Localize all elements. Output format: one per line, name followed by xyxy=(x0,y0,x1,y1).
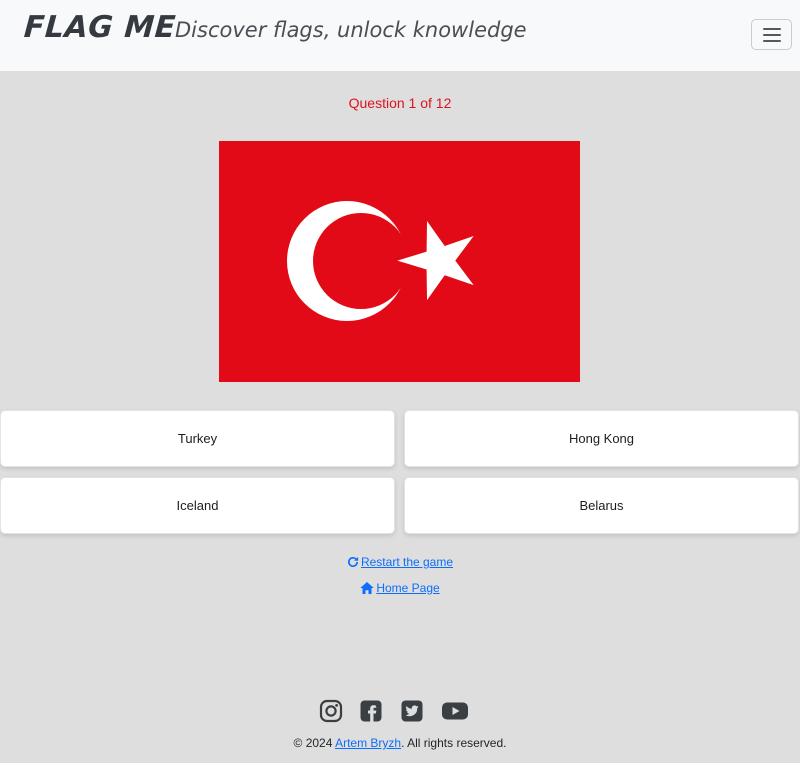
twitter-icon[interactable] xyxy=(400,699,424,723)
copyright-suffix: . All rights reserved. xyxy=(401,736,507,750)
home-row: Home Page xyxy=(0,581,800,595)
menu-toggle-button[interactable] xyxy=(751,19,792,50)
answer-button[interactable]: Hong Kong xyxy=(404,410,799,467)
facebook-icon[interactable] xyxy=(359,699,383,723)
social-links xyxy=(319,699,469,723)
instagram-icon[interactable] xyxy=(319,699,343,723)
youtube-icon[interactable] xyxy=(441,699,469,723)
home-link[interactable]: Home Page xyxy=(360,581,440,595)
restart-row: Restart the game xyxy=(0,555,800,569)
hamburger-icon xyxy=(763,28,781,30)
answer-button[interactable]: Iceland xyxy=(0,477,395,534)
restart-link[interactable]: Restart the game xyxy=(347,555,453,569)
author-link[interactable]: Artem Bryzh xyxy=(335,736,401,750)
tagline: Discover flags, unlock knowledge xyxy=(175,18,527,42)
question-counter: Question 1 of 12 xyxy=(348,95,452,111)
home-label: Home Page xyxy=(376,581,440,595)
flag-image xyxy=(219,141,580,382)
home-icon xyxy=(360,582,375,594)
copyright-prefix: © 2024 xyxy=(293,736,336,750)
crescent-inner xyxy=(313,213,409,309)
navbar: FLAG ME Discover flags, unlock knowledge xyxy=(0,0,800,71)
footer-copyright: © 2024 Artem Bryzh. All rights reserved. xyxy=(0,736,800,750)
restart-label: Restart the game xyxy=(360,555,454,569)
refresh-icon xyxy=(347,556,359,568)
answer-button[interactable]: Belarus xyxy=(404,477,799,534)
brand-logo[interactable]: FLAG ME xyxy=(23,10,177,45)
answer-button[interactable]: Turkey xyxy=(0,410,395,467)
